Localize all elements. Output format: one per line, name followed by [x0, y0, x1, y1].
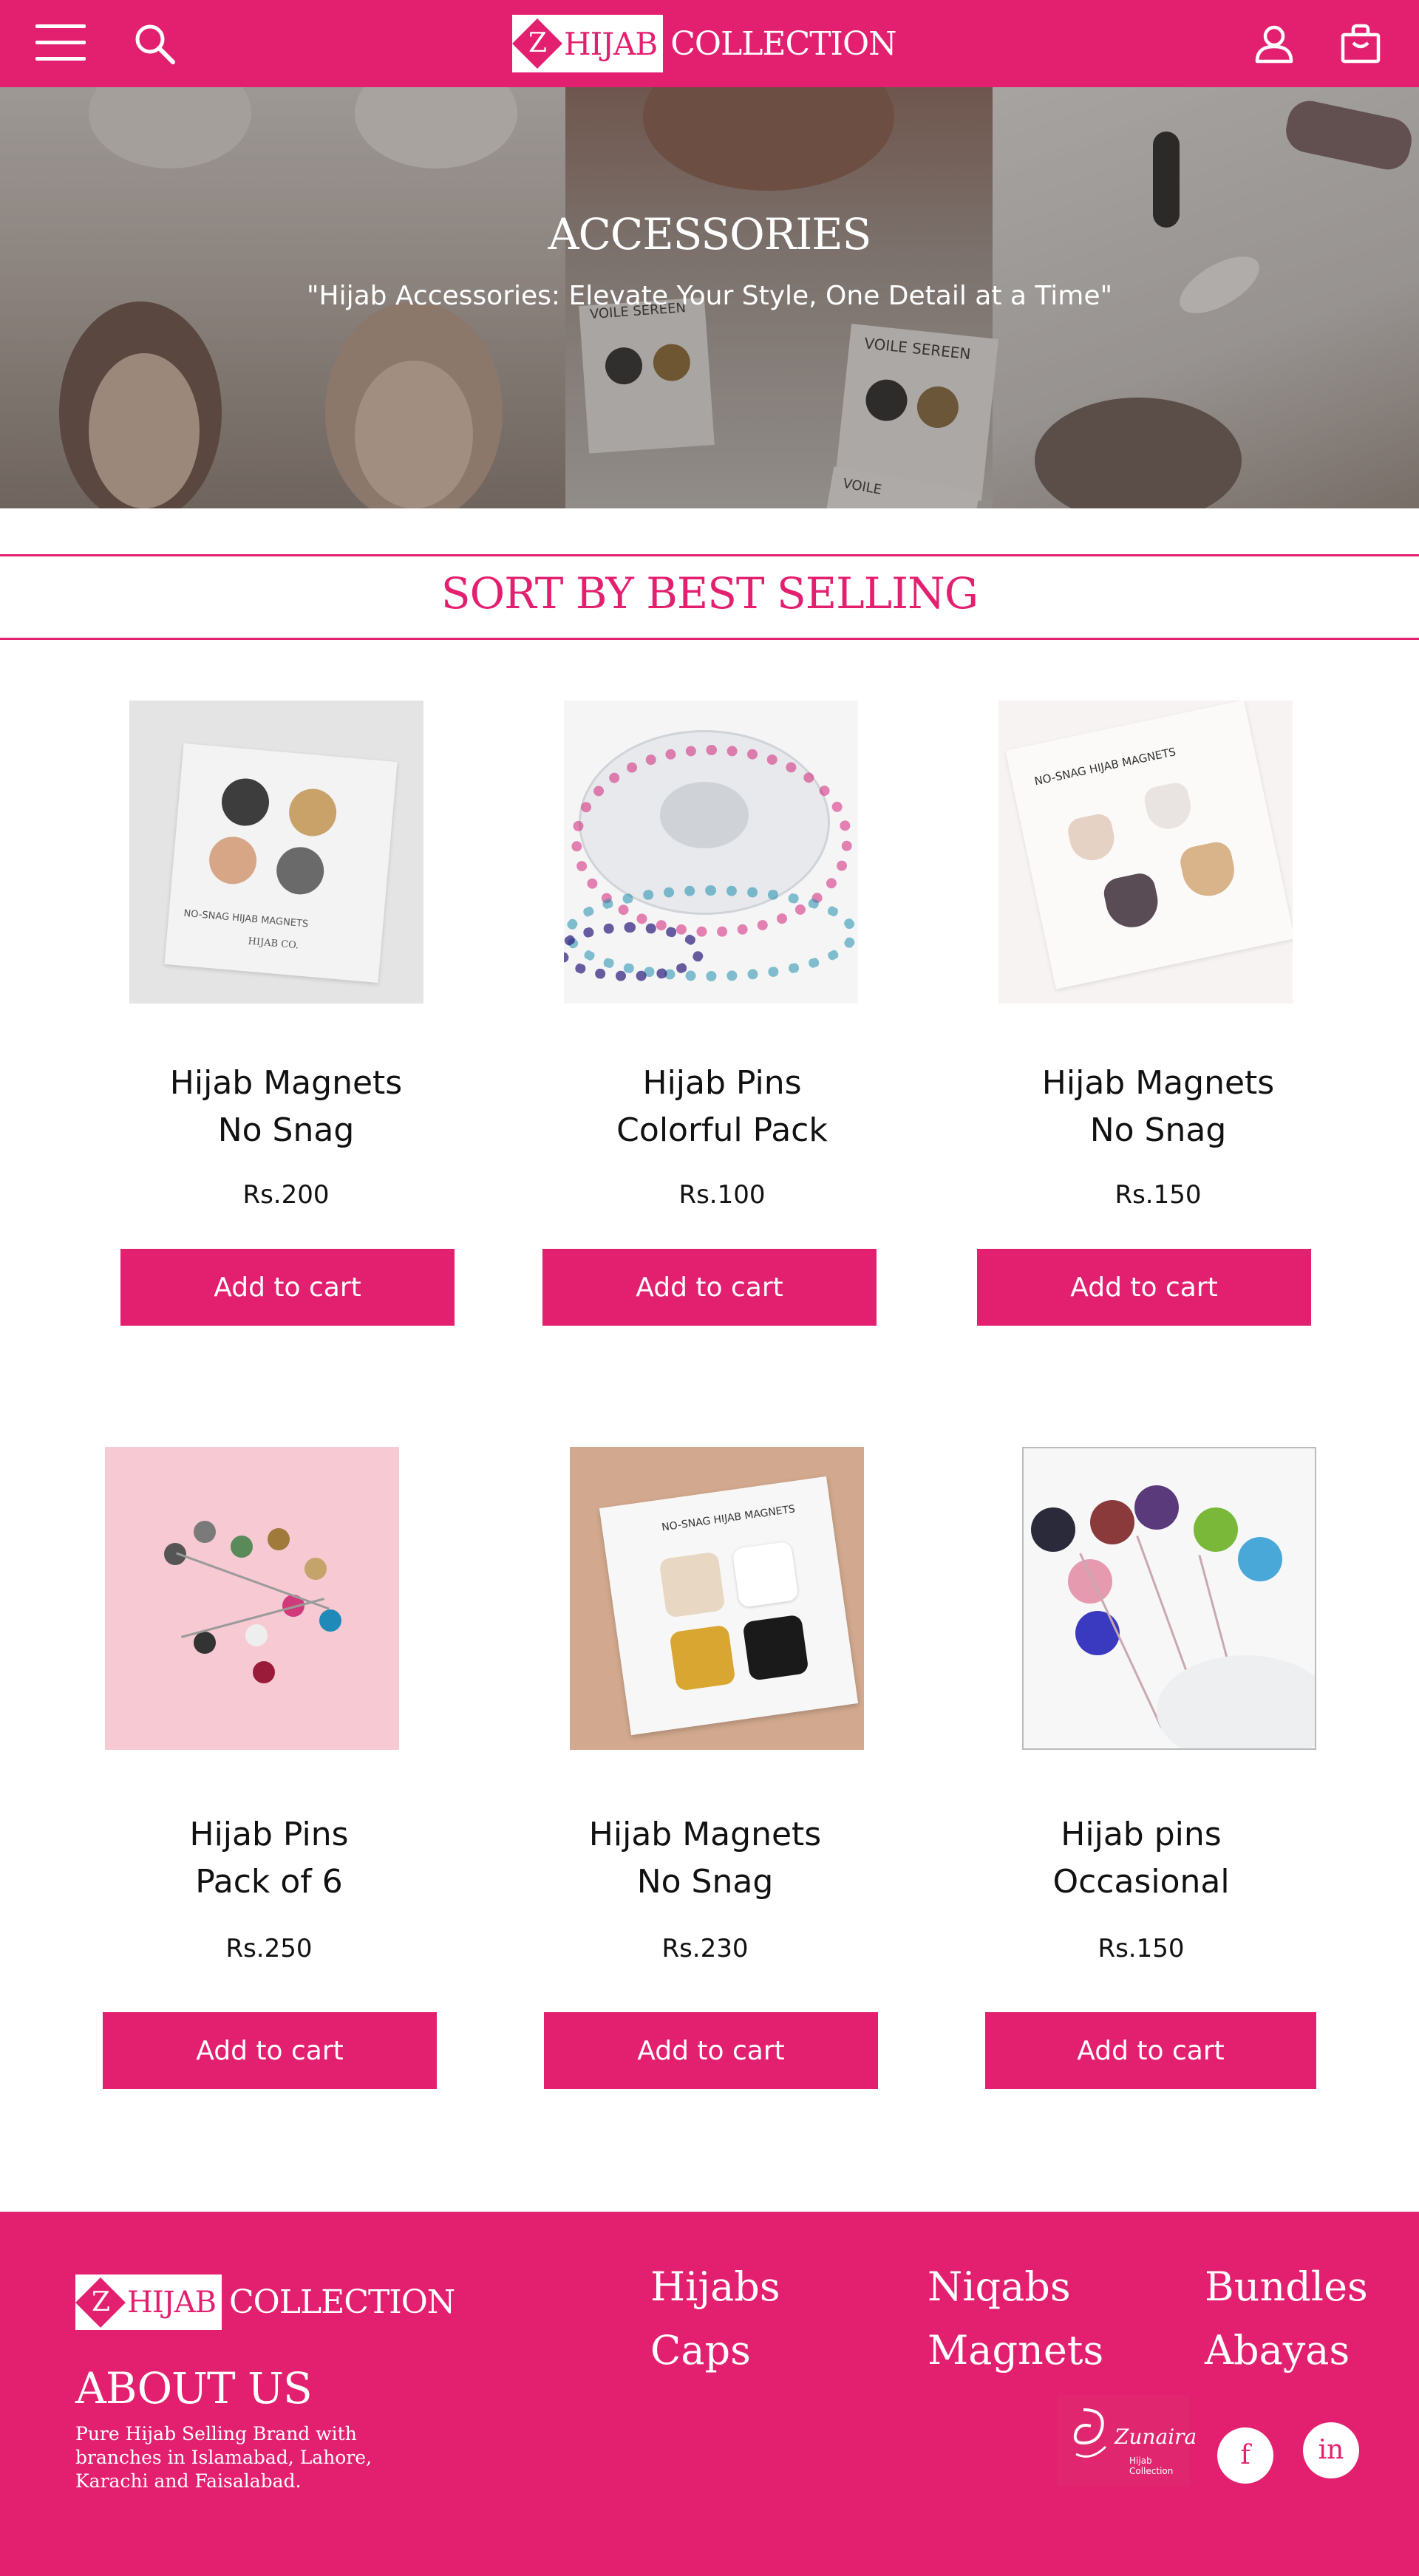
product-price: Rs.200	[242, 1180, 330, 1210]
footer-link-niqabs[interactable]: Niqabs	[928, 2263, 1071, 2310]
user-icon[interactable]	[1252, 22, 1296, 67]
site-header: Z HIJAB COLLECTION	[0, 0, 1419, 87]
product-image[interactable]	[1022, 1447, 1316, 1750]
brand-box-text: HIJAB	[564, 25, 658, 62]
footer-link-hijabs[interactable]: Hijabs	[650, 2263, 780, 2310]
site-footer: Z HIJAB COLLECTION ABOUT US Pure Hijab S…	[0, 2212, 1419, 2576]
footer-link-caps[interactable]: Caps	[650, 2327, 751, 2374]
product-price: Rs.150	[1115, 1180, 1202, 1210]
product-name[interactable]: Hijab Magnets No Snag	[138, 1060, 434, 1154]
footer-brand-logo-box: Z HIJAB	[75, 2275, 222, 2330]
sort-bar: SORT BY BEST SELLING	[0, 554, 1419, 640]
partner-logo[interactable]: Zunaira Hijab Collection	[1057, 2395, 1197, 2487]
add-to-cart-button[interactable]: Add to cart	[120, 1249, 455, 1326]
hero-title: ACCESSORIES	[548, 209, 872, 259]
product-price: Rs.250	[225, 1934, 313, 1963]
product-card-text: NO-SNAG HIJAB MAGNETS	[1032, 745, 1177, 788]
add-to-cart-button[interactable]: Add to cart	[542, 1249, 877, 1326]
brand-logo[interactable]: Z HIJAB COLLECTION	[512, 15, 897, 72]
footer-link-abayas[interactable]: Abayas	[1205, 2327, 1350, 2374]
product-image[interactable]: NO-SNAG HIJAB MAGNETS	[570, 1447, 864, 1750]
product-name[interactable]: Hijab Magnets No Snag	[557, 1811, 853, 1906]
partner-name: Zunaira	[1115, 2425, 1197, 2449]
hero-banner: VOILE SEREEN VOILE SEREEN VOILE ACCESSOR…	[0, 87, 1419, 508]
footer-link-magnets[interactable]: Magnets	[928, 2327, 1103, 2374]
about-us-title: ABOUT US	[75, 2363, 313, 2413]
footer-brand-z-mark: Z	[75, 2277, 126, 2328]
product-card-text: NO-SNAG HIJAB MAGNETS	[661, 1503, 796, 1534]
product-image[interactable]: NO-SNAG HIJAB MAGNETS	[998, 701, 1293, 1004]
add-to-cart-button[interactable]: Add to cart	[985, 2012, 1316, 2089]
product-name[interactable]: Hijab Pins Pack of 6	[121, 1811, 417, 1906]
product-card-brand: HIJAB CO.	[247, 936, 299, 952]
add-to-cart-button[interactable]: Add to cart	[977, 1249, 1311, 1326]
product-name[interactable]: Hijab Magnets No Snag	[1010, 1060, 1306, 1154]
footer-brand-box-text: HIJAB	[127, 2285, 217, 2320]
brand-text: COLLECTION	[670, 24, 896, 63]
partner-logo-mark	[1073, 2408, 1107, 2458]
product-name[interactable]: Hijab Pins Colorful Pack	[574, 1060, 870, 1154]
product-name[interactable]: Hijab pins Occasional	[993, 1811, 1289, 1906]
add-to-cart-button[interactable]: Add to cart	[103, 2012, 437, 2089]
product-image[interactable]	[105, 1447, 399, 1750]
footer-brand-logo[interactable]: Z HIJAB COLLECTION	[75, 2275, 455, 2330]
brand-logo-box: Z HIJAB	[512, 15, 664, 72]
sort-by-best-selling[interactable]: SORT BY BEST SELLING	[0, 568, 1419, 619]
brand-z-mark: Z	[512, 18, 562, 69]
footer-brand-text: COLLECTION	[229, 2283, 455, 2321]
linkedin-icon[interactable]: in	[1303, 2422, 1359, 2478]
product-image[interactable]	[564, 701, 858, 1004]
partner-tag: Hijab Collection	[1129, 2456, 1174, 2476]
hero-subtitle: "Hijab Accessories: Elevate Your Style, …	[306, 281, 1113, 311]
product-price: Rs.230	[661, 1934, 749, 1963]
product-price: Rs.100	[678, 1180, 766, 1210]
product-price: Rs.150	[1098, 1934, 1185, 1963]
search-icon[interactable]	[132, 21, 179, 68]
facebook-icon[interactable]: f	[1217, 2427, 1273, 2484]
cart-icon[interactable]	[1339, 22, 1382, 65]
add-to-cart-button[interactable]: Add to cart	[544, 2012, 878, 2089]
footer-link-bundles[interactable]: Bundles	[1205, 2263, 1368, 2310]
product-card-text: NO-SNAG HIJAB MAGNETS	[183, 907, 309, 930]
product-image[interactable]: NO-SNAG HIJAB MAGNETS HIJAB CO.	[129, 701, 423, 1004]
about-us-text: Pure Hijab Selling Brand with branches i…	[75, 2423, 372, 2492]
menu-icon[interactable]	[35, 24, 86, 61]
